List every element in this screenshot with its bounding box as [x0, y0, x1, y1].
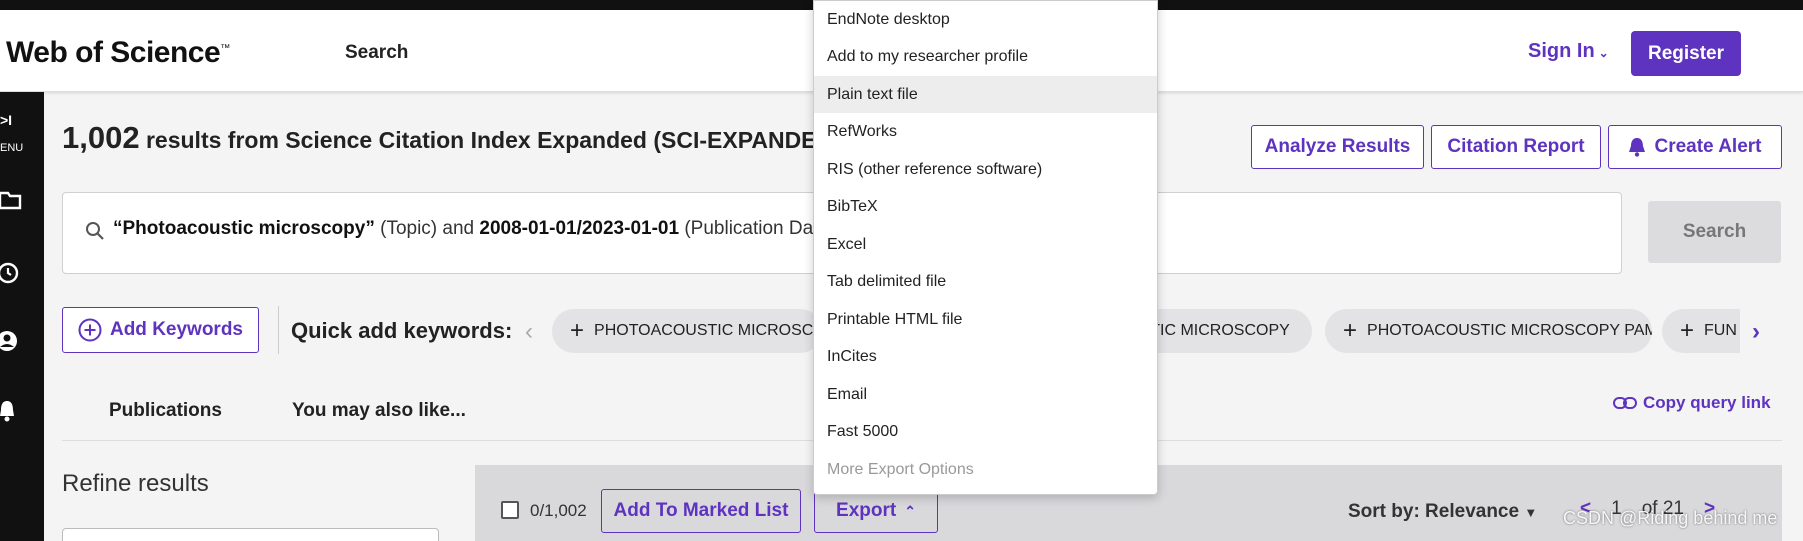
sign-in-menu[interactable]: Sign In ⌄ — [1528, 40, 1609, 63]
chip-label: FUN — [1704, 322, 1737, 339]
copy-query-link-label: Copy query link — [1643, 393, 1771, 412]
export-label: Export — [836, 500, 897, 521]
watermark: CSDN @Riding behind me — [1563, 508, 1778, 528]
sort-by-label: Sort by: Relevance — [1348, 501, 1520, 522]
chip-label: PHOTOACOUSTIC MICROSCOPY PAM — [1367, 322, 1652, 339]
plus-icon: + — [1680, 317, 1695, 344]
nav-search-link[interactable]: Search — [345, 42, 408, 64]
caret-down-icon: ▼ — [1524, 505, 1538, 520]
chevron-up-icon: ⌃ — [904, 502, 916, 519]
export-option-tab-delimited[interactable]: Tab delimited file — [814, 263, 1157, 300]
analyze-results-button[interactable]: Analyze Results — [1251, 125, 1424, 169]
chip-label: PHOTOACOUSTIC MICROSCOPY — [594, 322, 822, 339]
search-icon — [86, 222, 104, 240]
export-button[interactable]: Export ⌃ — [814, 489, 938, 533]
export-option-endnote-desktop[interactable]: EndNote desktop — [814, 1, 1157, 38]
refine-search-input[interactable] — [62, 528, 439, 541]
divider — [278, 306, 279, 354]
chevron-down-icon: ⌄ — [1598, 46, 1609, 60]
chevron-right-icon[interactable]: › — [1752, 318, 1760, 346]
results-heading: 1,002 results from Science Citation Inde… — [62, 120, 833, 156]
plus-icon: + — [570, 317, 585, 344]
results-count: 1,002 — [62, 120, 140, 155]
add-keywords-button[interactable]: Add Keywords — [62, 307, 259, 353]
folder-icon[interactable] — [0, 190, 44, 210]
plus-icon: + — [1343, 317, 1358, 344]
refine-results-title: Refine results — [62, 470, 209, 497]
create-alert-button[interactable]: Create Alert — [1608, 125, 1782, 169]
create-alert-label: Create Alert — [1654, 136, 1762, 157]
chevron-left-icon[interactable]: ‹ — [525, 318, 533, 346]
export-option-email[interactable]: Email — [814, 376, 1157, 413]
query-field-topic: (Topic) and — [374, 218, 480, 239]
copy-query-link[interactable]: Copy query link — [1613, 393, 1771, 413]
query-field-date: (Publication Date — [679, 218, 830, 239]
export-option-incites[interactable]: InCites — [814, 338, 1157, 375]
add-to-marked-list-button[interactable]: Add To Marked List — [601, 489, 801, 533]
export-option-printable-html[interactable]: Printable HTML file — [814, 301, 1157, 338]
link-icon — [1613, 397, 1637, 409]
query-term-date: 2008-01-01/2023-01-01 — [479, 218, 680, 239]
logo-text: Web of Science — [6, 36, 221, 69]
bell-icon — [1629, 138, 1646, 157]
logo[interactable]: Web of Science™ — [6, 36, 230, 70]
export-option-ris[interactable]: RIS (other reference software) — [814, 151, 1157, 188]
query-term-topic: “Photoacoustic microscopy” — [113, 218, 375, 239]
plus-circle-icon — [78, 318, 102, 342]
add-keywords-label: Add Keywords — [109, 319, 244, 340]
history-clock-icon[interactable] — [0, 262, 44, 284]
expand-menu-icon[interactable]: >I — [0, 112, 12, 128]
query-text: “Photoacoustic microscopy” (Topic) and 2… — [113, 218, 829, 240]
export-dropdown-menu: EndNote desktop Add to my researcher pro… — [813, 0, 1158, 495]
side-nav: >I ENU — [0, 92, 44, 541]
search-button[interactable]: Search — [1648, 201, 1781, 263]
citation-report-button[interactable]: Citation Report — [1431, 125, 1601, 169]
register-button[interactable]: Register — [1631, 31, 1741, 76]
keyword-chip[interactable]: + PHOTOACOUSTIC MICROSCOPY — [552, 309, 822, 353]
bell-icon[interactable] — [0, 400, 44, 422]
export-option-excel[interactable]: Excel — [814, 226, 1157, 263]
selected-count: 0/1,002 — [530, 501, 587, 520]
export-option-refworks[interactable]: RefWorks — [814, 113, 1157, 150]
user-profile-icon[interactable] — [0, 330, 44, 352]
results-source-text: results from Science Citation Index Expa… — [139, 127, 834, 153]
keyword-chip[interactable]: + FUN — [1662, 309, 1740, 353]
tab-publications[interactable]: Publications — [109, 400, 222, 422]
quick-add-label: Quick add keywords: — [291, 318, 513, 343]
export-option-fast-5000[interactable]: Fast 5000 — [814, 413, 1157, 450]
export-option-more-options: More Export Options — [827, 460, 974, 478]
export-option-bibtex[interactable]: BibTeX — [814, 188, 1157, 225]
sign-in-label: Sign In — [1528, 40, 1595, 62]
menu-label: ENU — [0, 142, 24, 154]
sort-by-select[interactable]: Sort by: Relevance ▼ — [1348, 501, 1537, 523]
keyword-chip[interactable]: + PHOTOACOUSTIC MICROSCOPY PAM — [1325, 309, 1652, 353]
tab-you-may-also-like[interactable]: You may also like... — [292, 400, 466, 422]
logo-trademark: ™ — [220, 43, 230, 54]
export-option-researcher-profile[interactable]: Add to my researcher profile — [814, 38, 1157, 75]
export-option-plain-text[interactable]: Plain text file — [814, 76, 1157, 113]
select-all-checkbox[interactable] — [501, 501, 519, 519]
